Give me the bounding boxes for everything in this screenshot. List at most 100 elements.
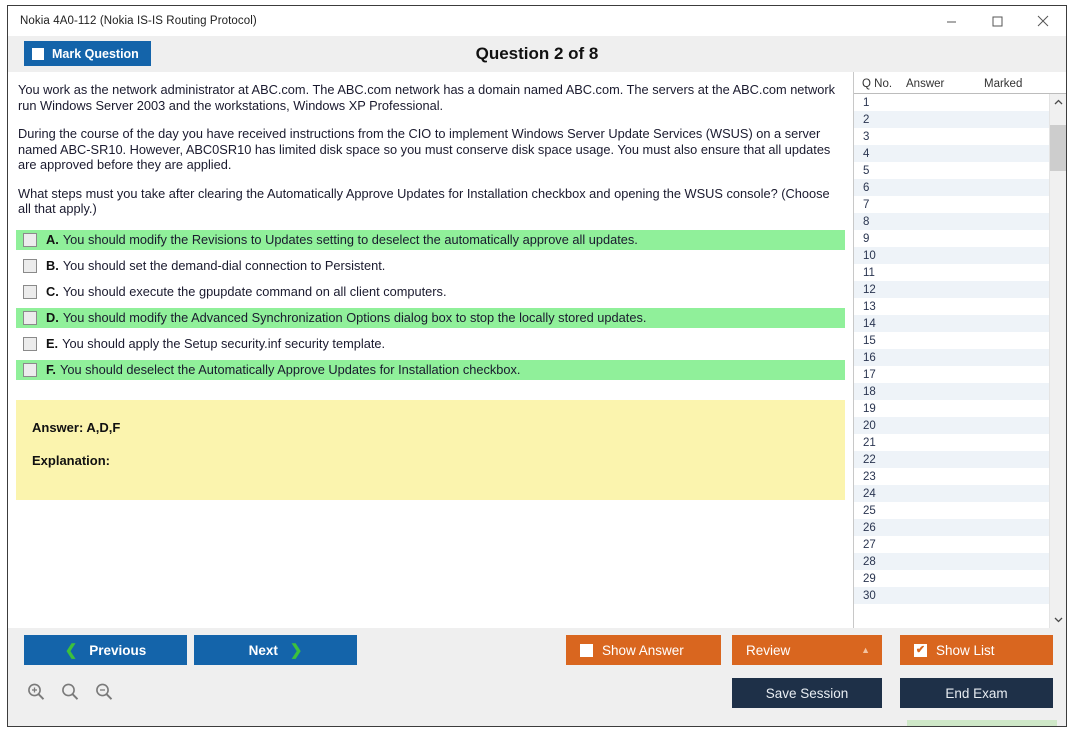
previous-button[interactable]: ❮ Previous — [24, 635, 187, 665]
row-question-number: 27 — [863, 538, 876, 551]
close-button[interactable] — [1020, 6, 1066, 36]
answer-label: Answer: A,D,F — [32, 419, 121, 435]
question-list-row[interactable]: 27 — [854, 536, 1049, 553]
end-exam-button[interactable]: End Exam — [900, 678, 1053, 708]
end-exam-label: End Exam — [945, 685, 1008, 701]
question-list-row[interactable]: 29 — [854, 570, 1049, 587]
question-list-row[interactable]: 24 — [854, 485, 1049, 502]
option-a-letter: A. — [46, 232, 59, 247]
review-dropdown[interactable]: Review ▲ — [732, 635, 882, 665]
row-question-number: 19 — [863, 402, 876, 415]
scroll-down-icon[interactable] — [1050, 611, 1066, 628]
option-f-text: You should deselect the Automatically Ap… — [59, 362, 521, 377]
question-list-row[interactable]: 25 — [854, 502, 1049, 519]
question-list-row[interactable]: 26 — [854, 519, 1049, 536]
option-d-checkbox[interactable] — [23, 310, 37, 325]
row-question-number: 4 — [863, 147, 870, 160]
question-list-body: 1 2 3 4 5 6 7 8 9 10 11 12 13 14 15 16 17 18 19 20 21 22 23 24 2… — [854, 94, 1066, 628]
question-list-row[interactable]: 14 — [854, 315, 1049, 332]
question-list-row[interactable]: 7 — [854, 196, 1049, 213]
mark-question-label: Mark Question — [52, 46, 139, 61]
question-rows: 1 2 3 4 5 6 7 8 9 10 11 12 13 14 15 16 17 18 19 20 21 22 23 24 2… — [854, 94, 1049, 628]
option-d-text: You should modify the Advanced Synchroni… — [62, 310, 647, 325]
zoom-out-icon[interactable] — [94, 682, 114, 707]
option-b-text: You should set the demand-dial connectio… — [62, 258, 386, 273]
question-list-row[interactable]: 17 — [854, 366, 1049, 383]
row-question-number: 13 — [863, 300, 876, 313]
option-e-checkbox[interactable] — [23, 336, 37, 351]
option-e[interactable]: E. You should apply the Setup security.i… — [16, 334, 845, 354]
question-list-row[interactable]: 19 — [854, 400, 1049, 417]
option-d[interactable]: D. You should modify the Advanced Synchr… — [16, 307, 845, 328]
row-question-number: 24 — [863, 487, 876, 500]
scrollbar-thumb[interactable] — [1050, 125, 1066, 171]
question-list-row[interactable]: 15 — [854, 332, 1049, 349]
option-f-checkbox[interactable] — [23, 362, 37, 377]
question-list-row[interactable]: 1 — [854, 94, 1049, 111]
row-question-number: 30 — [863, 589, 876, 602]
question-list-row[interactable]: 9 — [854, 230, 1049, 247]
question-list-row[interactable]: 23 — [854, 468, 1049, 485]
option-b[interactable]: B. You should set the demand-dial connec… — [16, 256, 845, 276]
question-list-scrollbar[interactable] — [1049, 94, 1066, 628]
mark-question-checkbox-icon — [32, 47, 44, 60]
save-session-button[interactable]: Save Session — [732, 678, 882, 708]
row-question-number: 7 — [863, 198, 870, 211]
question-list-row[interactable]: 16 — [854, 349, 1049, 366]
app-root: Nokia 4A0-112 (Nokia IS-IS Routing Proto… — [0, 0, 1075, 735]
question-list-row[interactable]: 5 — [854, 162, 1049, 179]
question-list-row[interactable]: 18 — [854, 383, 1049, 400]
show-answer-checkbox-icon — [580, 643, 593, 657]
question-list-row[interactable]: 11 — [854, 264, 1049, 281]
save-session-label: Save Session — [765, 685, 849, 701]
next-button[interactable]: Next ❯ — [194, 635, 357, 665]
option-c[interactable]: C. You should execute the gpupdate comma… — [16, 282, 845, 302]
row-question-number: 28 — [863, 555, 876, 568]
question-list-row[interactable]: 13 — [854, 298, 1049, 315]
footer-toolbar: ❮ Previous Next ❯ Show Answer Review ▲ ✔… — [8, 628, 1066, 726]
question-list-row[interactable]: 28 — [854, 553, 1049, 570]
maximize-button[interactable] — [974, 6, 1020, 36]
row-question-number: 3 — [863, 130, 870, 143]
question-list-row[interactable]: 10 — [854, 247, 1049, 264]
question-list-row[interactable]: 3 — [854, 128, 1049, 145]
show-answer-button[interactable]: Show Answer — [566, 635, 721, 665]
mark-question-button[interactable]: Mark Question — [24, 41, 151, 66]
window-controls — [928, 6, 1066, 36]
question-list-row[interactable]: 30 — [854, 587, 1049, 604]
row-question-number: 25 — [863, 504, 876, 517]
show-list-button[interactable]: ✔ Show List — [900, 635, 1053, 665]
row-question-number: 12 — [863, 283, 876, 296]
minimize-button[interactable] — [928, 6, 974, 36]
row-question-number: 6 — [863, 181, 870, 194]
option-f[interactable]: F. You should deselect the Automatically… — [16, 359, 845, 380]
option-a[interactable]: A. You should modify the Revisions to Up… — [16, 229, 845, 250]
option-e-letter: E. — [46, 336, 59, 351]
question-paragraph: During the course of the day you have re… — [18, 126, 831, 172]
scroll-up-icon[interactable] — [1050, 94, 1066, 111]
question-list-row[interactable]: 12 — [854, 281, 1049, 298]
question-list-row[interactable]: 21 — [854, 434, 1049, 451]
option-c-checkbox[interactable] — [23, 284, 37, 299]
question-list-row[interactable]: 8 — [854, 213, 1049, 230]
row-question-number: 18 — [863, 385, 876, 398]
scrollbar-track[interactable] — [1050, 111, 1066, 611]
question-list-row[interactable]: 4 — [854, 145, 1049, 162]
question-list-row[interactable]: 20 — [854, 417, 1049, 434]
row-question-number: 23 — [863, 470, 876, 483]
column-header-marked: Marked — [984, 78, 1023, 90]
question-list-row[interactable]: 22 — [854, 451, 1049, 468]
zoom-reset-icon[interactable] — [60, 682, 80, 707]
explanation-label: Explanation: — [32, 452, 111, 468]
question-list-row[interactable]: 2 — [854, 111, 1049, 128]
option-d-letter: D. — [46, 310, 59, 325]
option-e-text: You should apply the Setup security.inf … — [62, 336, 386, 351]
zoom-in-icon[interactable] — [26, 682, 46, 707]
row-question-number: 22 — [863, 453, 876, 466]
question-list-row[interactable]: 6 — [854, 179, 1049, 196]
row-question-number: 10 — [863, 249, 876, 262]
option-b-checkbox[interactable] — [23, 258, 37, 273]
option-a-text: You should modify the Revisions to Updat… — [62, 232, 638, 247]
next-label: Next — [248, 642, 278, 658]
option-a-checkbox[interactable] — [23, 232, 37, 247]
